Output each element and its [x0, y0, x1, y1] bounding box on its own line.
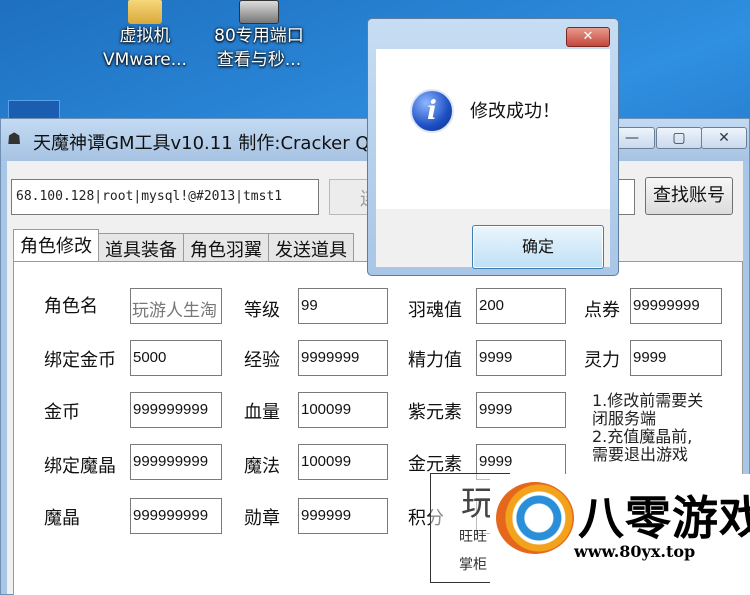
tab-role-edit[interactable]: 角色修改 [13, 229, 99, 261]
tab-bar: 角色修改 道具装备 角色羽翼 发送道具 [13, 229, 354, 261]
bound-gold-field[interactable]: 5000 [130, 340, 222, 376]
exp-field[interactable]: 9999999 [298, 340, 388, 376]
purple-element-field[interactable]: 9999 [476, 392, 566, 428]
tab-send-items[interactable]: 发送道具 [268, 233, 354, 261]
message-dialog: ✕ i 修改成功！ 确定 [367, 18, 619, 276]
find-account-button[interactable]: 查找账号 [645, 177, 733, 215]
medal-field[interactable]: 999999 [298, 498, 388, 534]
close-button[interactable]: ✕ [701, 127, 747, 149]
info-icon: i [410, 89, 454, 133]
purple-element-label: 紫元素 [408, 402, 462, 423]
window-title: 天魔神谭GM工具v10.11 制作:Cracker Q [33, 133, 370, 154]
crystal-label: 魔晶 [44, 508, 80, 529]
hp-field[interactable]: 100099 [298, 392, 388, 428]
dialog-footer: 确定 [376, 209, 610, 269]
desktop-icon-vmware[interactable]: 虚拟机 VMware... [90, 0, 200, 72]
connection-string-input[interactable]: 68.100.128|root|mysql!@#2013|tmst1 [11, 179, 319, 215]
mp-label: 魔法 [244, 456, 280, 477]
dialog-close-button[interactable]: ✕ [566, 27, 610, 47]
watermark-text: 旺旺 [459, 529, 487, 545]
exp-label: 经验 [244, 350, 280, 371]
energy-field[interactable]: 9999 [476, 340, 566, 376]
medal-label: 勋章 [244, 508, 280, 529]
note-line: 闭服务端 [592, 409, 657, 428]
note-line: 1.修改前需要关 [592, 391, 704, 410]
usage-notes: 1.修改前需要关 闭服务端 2.充值魔晶前, 需要退出游戏 [592, 392, 742, 464]
connection-string-value: 68.100.128|root|mysql!@#2013|tmst1 [16, 189, 283, 204]
gold-field[interactable]: 999999999 [130, 392, 222, 428]
crystal-field[interactable]: 999999999 [130, 498, 222, 534]
feather-soul-label: 羽魂值 [408, 300, 462, 321]
folder-icon [128, 0, 162, 24]
app-logo-icon: ☗ [7, 129, 22, 148]
spirit-field[interactable]: 9999 [630, 340, 722, 376]
level-field[interactable]: 99 [298, 288, 388, 324]
tab-items-equipment[interactable]: 道具装备 [98, 233, 184, 261]
role-name-label: 角色名 [44, 296, 98, 317]
gold-label: 金币 [44, 402, 80, 423]
maximize-button[interactable]: ▢ [656, 127, 702, 149]
watermark-text: 掌柜 [459, 557, 487, 573]
logo-name: 八零游戏 [578, 491, 750, 545]
desktop-icon-label: 查看与秒... [216, 50, 302, 70]
app-icon [239, 0, 279, 24]
spirit-label: 灵力 [584, 350, 620, 371]
role-name-field[interactable]: 玩游人生淘 [130, 288, 222, 324]
logo-url: www.80yx.top [574, 542, 696, 561]
tab-role-wings[interactable]: 角色羽翼 [183, 233, 269, 261]
desktop-icon-label: VMware... [103, 50, 187, 70]
dialog-message: 修改成功！ [470, 101, 560, 122]
ok-button[interactable]: 确定 [472, 225, 604, 269]
feather-soul-field[interactable]: 200 [476, 288, 566, 324]
dialog-body: i 修改成功！ [376, 49, 610, 209]
hp-label: 血量 [244, 402, 280, 423]
points-label: 点券 [584, 300, 620, 321]
bound-gold-label: 绑定金币 [44, 350, 116, 371]
logo-swirl-icon [496, 482, 574, 554]
mp-field[interactable]: 100099 [298, 444, 388, 480]
level-label: 等级 [244, 300, 280, 321]
desktop-icon-port-80[interactable]: 80专用端口 查看与秒... [204, 0, 314, 72]
desktop-icon-label: 80专用端口 [214, 26, 304, 46]
note-line: 需要退出游戏 [592, 445, 689, 464]
site-logo-watermark: 八零游戏 www.80yx.top [490, 474, 750, 595]
energy-label: 精力值 [408, 350, 462, 371]
points-field[interactable]: 99999999 [630, 288, 722, 324]
desktop-icon-label: 虚拟机 [119, 26, 171, 46]
note-line: 2.充值魔晶前, [592, 427, 693, 446]
bound-crystal-field[interactable]: 999999999 [130, 444, 222, 480]
bound-crystal-label: 绑定魔晶 [44, 456, 116, 477]
